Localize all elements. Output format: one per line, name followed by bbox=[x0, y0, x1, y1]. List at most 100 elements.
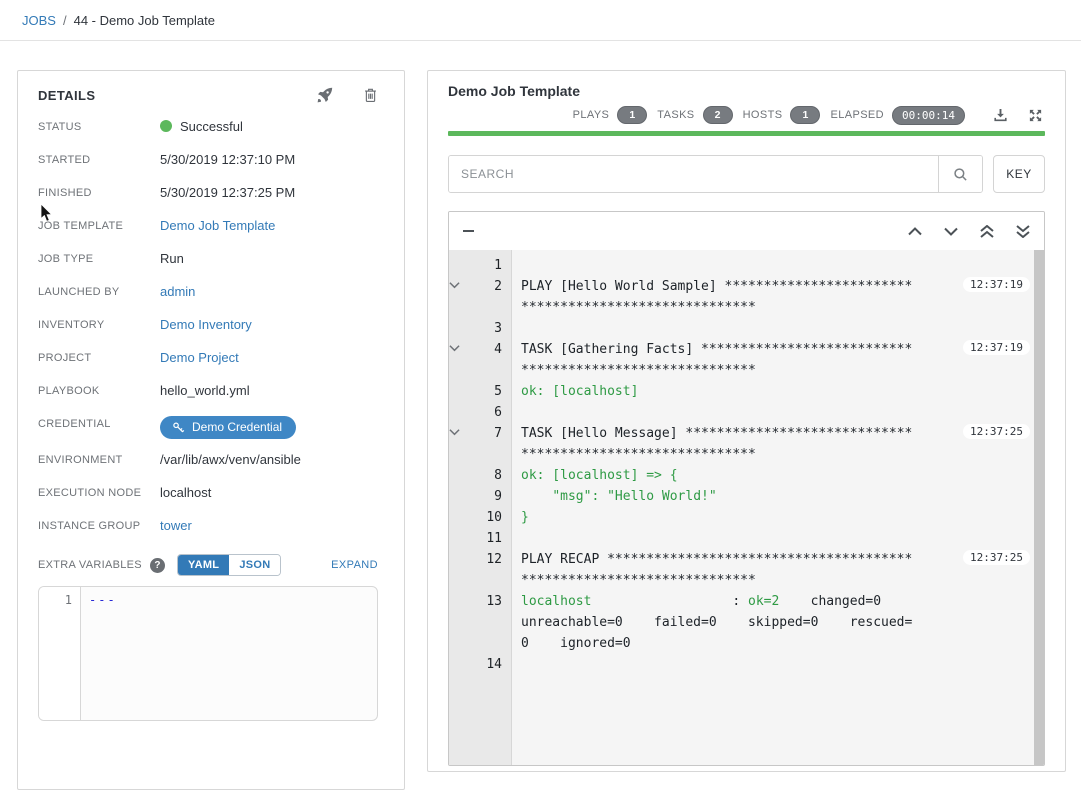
line-body: TASK [Gathering Facts] *****************… bbox=[511, 339, 1044, 381]
detail-row: FINISHED 5/30/2019 12:37:25 PM bbox=[38, 183, 390, 205]
collapse-chevron-icon[interactable] bbox=[449, 339, 473, 381]
line-text bbox=[521, 402, 915, 423]
search-input[interactable] bbox=[449, 156, 938, 192]
detail-label: STATUS bbox=[38, 121, 82, 133]
download-output-icon[interactable] bbox=[993, 108, 1008, 123]
line-number: 13 bbox=[486, 594, 502, 609]
line-gutter: 12 bbox=[449, 549, 511, 591]
detail-value: Run bbox=[160, 249, 184, 266]
stat-badge: 1 bbox=[790, 106, 821, 124]
output-body: 1 2 PLAY [Hello World Sample] ************… bbox=[449, 250, 1044, 765]
job-stat: ELAPSED 00:00:14 bbox=[830, 105, 965, 125]
line-number: 6 bbox=[494, 405, 502, 420]
detail-row: INSTANCE GROUP tower bbox=[38, 516, 390, 538]
json-toggle-button[interactable]: JSON bbox=[229, 555, 281, 575]
line-gutter: 4 bbox=[449, 339, 511, 381]
details-title: DETAILS bbox=[38, 87, 96, 103]
output-scrollbar[interactable] bbox=[1034, 250, 1044, 765]
collapse-chevron-icon bbox=[449, 507, 473, 528]
line-body: PLAY RECAP *****************************… bbox=[511, 549, 1044, 591]
scroll-next-icon[interactable] bbox=[944, 227, 958, 236]
output-search-row: KEY bbox=[448, 155, 1045, 193]
collapse-chevron-icon bbox=[449, 402, 473, 423]
line-body bbox=[511, 528, 1044, 549]
detail-label: LAUNCHED BY bbox=[38, 286, 120, 298]
expand-fullscreen-icon[interactable] bbox=[1028, 108, 1043, 123]
collapse-chevron-icon bbox=[449, 528, 473, 549]
line-segment: : bbox=[732, 594, 748, 609]
stat-label: ELAPSED bbox=[830, 109, 885, 121]
line-number: 12 bbox=[486, 552, 502, 567]
detail-label: INVENTORY bbox=[38, 319, 105, 331]
line-number: 5 bbox=[494, 384, 502, 399]
detail-label: PROJECT bbox=[38, 352, 92, 364]
line-number: 14 bbox=[486, 657, 502, 672]
search-icon[interactable] bbox=[938, 156, 982, 192]
line-body: TASK [Hello Message] *******************… bbox=[511, 423, 1044, 465]
line-timestamp: 12:37:19 bbox=[963, 340, 1030, 355]
detail-value: hello_world.yml bbox=[160, 381, 250, 398]
scroll-previous-icon[interactable] bbox=[908, 226, 922, 236]
line-gutter: 14 bbox=[449, 654, 511, 675]
scroll-bottom-icon[interactable] bbox=[1016, 224, 1030, 238]
output-line: 2 PLAY [Hello World Sample] *************… bbox=[449, 276, 1044, 318]
line-gutter: 2 bbox=[449, 276, 511, 318]
job-output-panel: Demo Job Template PLAYS 1 TASKS 2 HOSTS 1 ELAP… bbox=[427, 70, 1066, 772]
collapse-chevron-icon bbox=[449, 465, 473, 486]
collapse-chevron-icon[interactable] bbox=[449, 423, 473, 465]
job-progress-bar bbox=[448, 131, 1045, 136]
stat-badge: 1 bbox=[617, 106, 648, 124]
line-number: 1 bbox=[494, 258, 502, 273]
scroll-top-icon[interactable] bbox=[980, 224, 994, 238]
key-button[interactable]: KEY bbox=[993, 155, 1045, 193]
breadcrumb-separator: / bbox=[62, 12, 67, 28]
collapse-chevron-icon bbox=[449, 486, 473, 507]
extra-variables-row: EXTRA VARIABLES ? YAML JSON EXPAND bbox=[38, 554, 390, 576]
credential-chip[interactable]: Demo Credential bbox=[160, 416, 297, 439]
line-text bbox=[521, 528, 915, 549]
collapse-chevron-icon bbox=[449, 654, 473, 675]
collapse-all-icon[interactable] bbox=[463, 230, 474, 232]
detail-label: INSTANCE GROUP bbox=[38, 520, 141, 532]
output-line: 6 bbox=[449, 402, 1044, 423]
detail-row: INVENTORY Demo Inventory bbox=[38, 315, 390, 337]
delete-trash-icon[interactable] bbox=[363, 87, 378, 103]
yaml-toggle-button[interactable]: YAML bbox=[177, 555, 230, 575]
collapse-chevron-icon bbox=[449, 549, 473, 591]
relaunch-rocket-icon[interactable] bbox=[317, 87, 333, 103]
stat-label: TASKS bbox=[657, 109, 695, 121]
detail-row: CREDENTIAL Demo Credential bbox=[38, 414, 390, 439]
output-console: 1 2 PLAY [Hello World Sample] ************… bbox=[448, 211, 1045, 766]
detail-link[interactable]: Demo Inventory bbox=[160, 317, 252, 332]
detail-link[interactable]: admin bbox=[160, 284, 195, 299]
line-text: localhost : ok=2 changed=0 unreachable=0… bbox=[521, 591, 915, 654]
detail-value: 5/30/2019 12:37:25 PM bbox=[160, 183, 295, 200]
line-gutter: 10 bbox=[449, 507, 511, 528]
line-body: ok: [localhost] bbox=[511, 381, 1044, 402]
line-segment: TASK [Hello Message] bbox=[521, 426, 686, 441]
expand-link[interactable]: EXPAND bbox=[331, 559, 378, 571]
line-text: TASK [Hello Message] *******************… bbox=[521, 423, 915, 465]
line-gutter: 9 bbox=[449, 486, 511, 507]
detail-value: Demo Project bbox=[160, 348, 239, 365]
line-segment: ok=2 bbox=[748, 594, 780, 609]
editor-content[interactable]: --- bbox=[81, 587, 377, 720]
detail-value: tower bbox=[160, 516, 192, 533]
detail-label: EXECUTION NODE bbox=[38, 487, 142, 499]
line-body bbox=[511, 255, 1044, 276]
detail-label: ENVIRONMENT bbox=[38, 454, 123, 466]
collapse-chevron-icon[interactable] bbox=[449, 276, 473, 318]
detail-label: FINISHED bbox=[38, 187, 92, 199]
breadcrumb-jobs-link[interactable]: JOBS bbox=[22, 13, 56, 28]
detail-value: admin bbox=[160, 282, 195, 299]
detail-link[interactable]: Demo Job Template bbox=[160, 218, 275, 233]
detail-link[interactable]: Demo Project bbox=[160, 350, 239, 365]
output-line: 14 bbox=[449, 654, 1044, 675]
detail-link[interactable]: tower bbox=[160, 518, 192, 533]
collapse-chevron-icon bbox=[449, 255, 473, 276]
line-gutter: 5 bbox=[449, 381, 511, 402]
help-icon[interactable]: ? bbox=[149, 557, 165, 573]
line-segment: PLAY [Hello World Sample] bbox=[521, 279, 725, 294]
extra-variables-editor[interactable]: 1 --- bbox=[38, 586, 378, 721]
job-stat: HOSTS 1 bbox=[743, 106, 821, 124]
